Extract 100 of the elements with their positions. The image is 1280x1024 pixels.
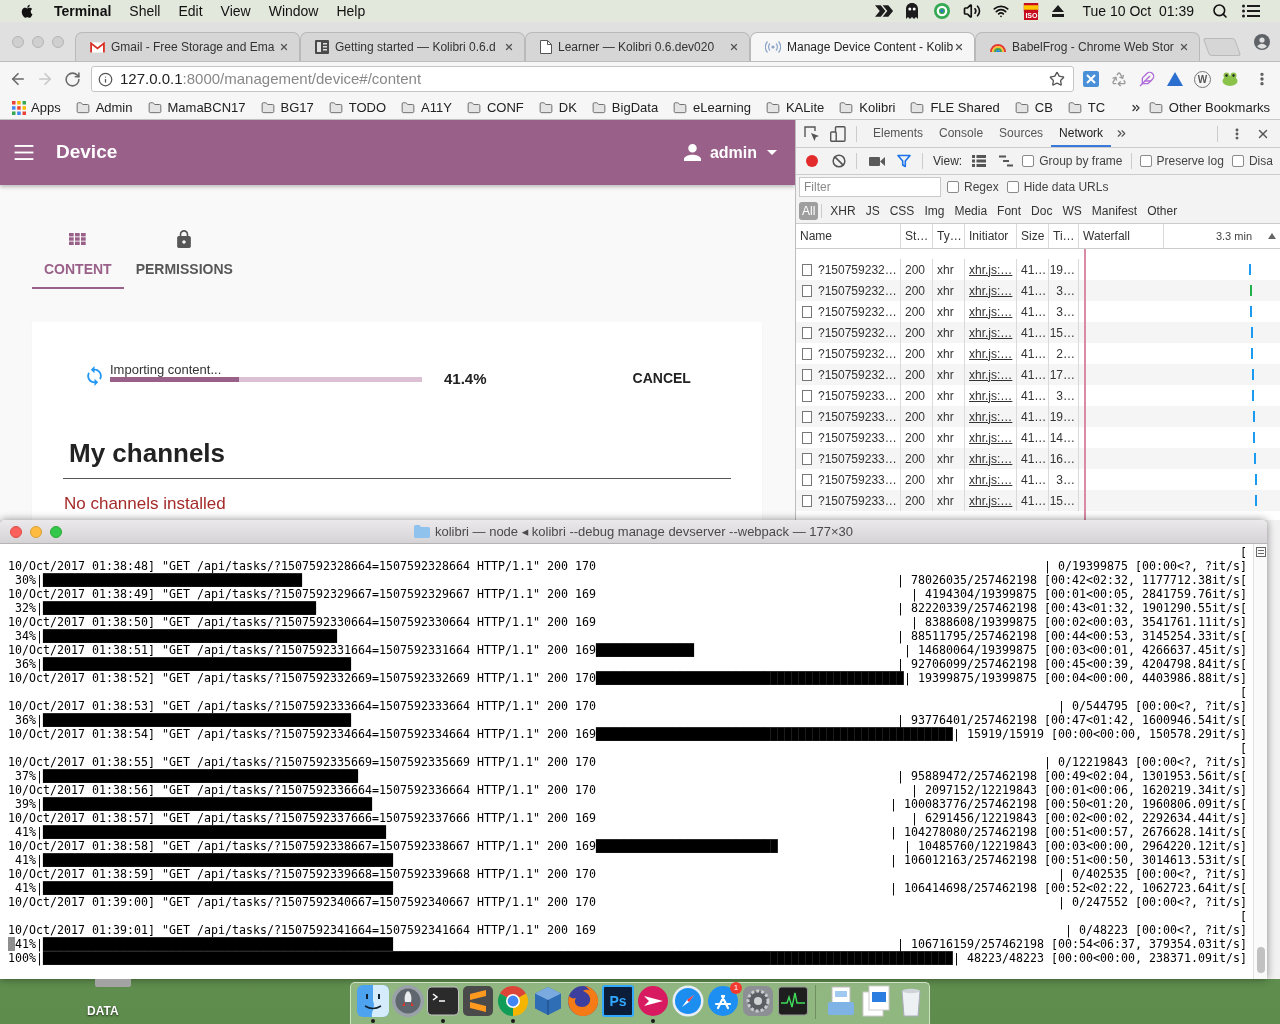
checkbox[interactable]: [1006, 181, 1019, 193]
ghost-icon[interactable]: [904, 3, 921, 19]
column-header[interactable]: Ti…: [1049, 224, 1079, 248]
bookmark-button[interactable]: CB: [1013, 97, 1053, 118]
request-row[interactable]: ?150759233… 200 xhr xhr.js:… 41… 19…: [796, 406, 1280, 427]
round-logo-icon[interactable]: [497, 985, 529, 1017]
close-icon[interactable]: [954, 42, 964, 52]
bookmark-button[interactable]: DK: [537, 97, 577, 118]
bookmark-button[interactable]: TODO: [327, 97, 387, 118]
recycle-icon[interactable]: [1111, 71, 1127, 87]
bookmark-button[interactable]: MamaBCN17: [146, 97, 246, 118]
ring-logo-icon[interactable]: [934, 3, 951, 19]
sort-triangle-icon[interactable]: [1268, 233, 1276, 239]
scrollbar[interactable]: [1253, 544, 1267, 979]
swirl-globe-icon[interactable]: [567, 985, 599, 1017]
slanted-bars-icon[interactable]: [462, 985, 494, 1017]
menu-item[interactable]: Window: [268, 0, 319, 22]
type-filter-button[interactable]: Media: [949, 202, 993, 220]
inspect-icon[interactable]: [804, 125, 820, 142]
bookmark-button[interactable]: BigData: [590, 97, 659, 118]
menu-item[interactable]: Help: [336, 0, 366, 22]
waterfall-view-icon[interactable]: [999, 155, 1014, 167]
checkbox-label[interactable]: Preserve log: [1156, 152, 1224, 170]
column-header[interactable]: Waterfall: [1079, 224, 1164, 248]
frog-icon[interactable]: [1222, 72, 1238, 86]
menu-item[interactable]: Shell: [129, 0, 161, 22]
request-row[interactable]: ?150759233… 200 xhr xhr.js:… 41… 16…: [796, 448, 1280, 469]
browser-tab[interactable]: Learner — Kolibri 0.6.dev020: [525, 32, 750, 61]
bookmark-button[interactable]: KALite: [764, 97, 825, 118]
video-camera-icon[interactable]: [869, 155, 885, 167]
checkbox-label[interactable]: Hide data URLs: [1023, 178, 1109, 196]
checkbox-label[interactable]: Regex: [964, 178, 999, 196]
user-menu-button[interactable]: admin: [683, 140, 777, 165]
filter-icon[interactable]: [897, 154, 911, 168]
paper-plane-icon[interactable]: [637, 985, 669, 1017]
type-filter-button[interactable]: WS: [1057, 202, 1087, 220]
column-header[interactable]: St…: [901, 224, 933, 248]
close-icon[interactable]: [279, 42, 289, 52]
drive-label[interactable]: DATA: [87, 1002, 119, 1020]
letter-tile-icon[interactable]: Ps: [602, 985, 634, 1017]
browser-tab[interactable]: Getting started — Kolibri 0.6.d: [300, 32, 525, 61]
circle-slash-icon[interactable]: [832, 154, 846, 168]
apple-logo-icon[interactable]: [21, 3, 34, 19]
devtools-tab[interactable]: Console: [931, 120, 992, 147]
url-text[interactable]: 127.0.0.1:8000/management/device#/content: [120, 67, 422, 91]
request-row[interactable]: ?150759232… 200 xhr xhr.js:… 41… 17…: [796, 364, 1280, 385]
feather-icon[interactable]: [1139, 71, 1155, 87]
checkbox[interactable]: [1022, 155, 1035, 167]
browser-tab[interactable]: Manage Device Content - Kolib: [750, 32, 975, 61]
type-filter-button[interactable]: Doc: [1026, 202, 1058, 220]
rocket-icon[interactable]: [392, 985, 424, 1017]
pulse-monitor-icon[interactable]: [777, 985, 809, 1017]
checkbox-label[interactable]: Group by frame: [1039, 152, 1123, 170]
browser-tab[interactable]: BabelFrog - Chrome Web Stor: [975, 32, 1200, 61]
list-icon[interactable]: [1242, 4, 1260, 18]
split-pane-icon[interactable]: [1255, 547, 1266, 557]
wifi-icon[interactable]: [992, 3, 1011, 19]
checkbox[interactable]: [947, 181, 959, 193]
type-filter-button[interactable]: Font: [992, 202, 1027, 220]
devtools-tab[interactable]: Sources: [991, 120, 1052, 147]
menu-item[interactable]: Edit: [178, 0, 203, 22]
volume-icon[interactable]: [962, 2, 983, 20]
type-filter-button[interactable]: Manifest: [1086, 202, 1143, 220]
bookmark-button[interactable]: Apps: [12, 97, 61, 118]
profile-icon[interactable]: [1254, 33, 1270, 50]
column-header[interactable]: Ty…: [933, 224, 965, 248]
bookmark-button[interactable]: BG17: [259, 97, 314, 118]
search-icon[interactable]: [1212, 3, 1228, 19]
page-tab[interactable]: PERMISSIONS: [123, 222, 245, 289]
window-close-button[interactable]: [10, 525, 22, 538]
checkbox[interactable]: [1139, 155, 1152, 167]
flag-icon[interactable]: [1023, 2, 1040, 12]
gear-icon[interactable]: [742, 985, 774, 1017]
cancel-button[interactable]: CANCEL: [617, 362, 706, 394]
initiator-link[interactable]: xhr.js:…: [965, 490, 1017, 511]
close-icon[interactable]: [1179, 42, 1189, 52]
type-filter-button[interactable]: XHR: [825, 202, 861, 220]
column-header[interactable]: Size: [1017, 224, 1049, 248]
bookmark-button[interactable]: eLearning: [672, 97, 751, 118]
device-toggle-icon[interactable]: [830, 125, 846, 142]
type-filter-button[interactable]: CSS: [884, 202, 920, 220]
type-filter-button[interactable]: Other: [1142, 202, 1183, 220]
list-view-icon[interactable]: [972, 155, 987, 167]
bookmark-button[interactable]: Kolibri: [838, 97, 896, 118]
page-tab[interactable]: CONTENT: [32, 222, 124, 289]
eject-icon[interactable]: [1052, 5, 1065, 17]
menu-clock[interactable]: Tue 10 Oct 01:39: [1082, 0, 1194, 22]
star-icon[interactable]: [1049, 71, 1065, 87]
menu-app-name[interactable]: Terminal: [54, 0, 112, 22]
close-icon[interactable]: [504, 42, 514, 52]
a-shape-icon[interactable]: [707, 985, 739, 1017]
smiling-face-icon[interactable]: [357, 985, 389, 1017]
type-filter-button[interactable]: JS: [860, 202, 885, 220]
cube-icon[interactable]: [532, 985, 564, 1017]
address-bar[interactable]: 127.0.0.1:8000/management/device#/content: [91, 66, 1074, 92]
menu-item[interactable]: View: [220, 0, 251, 22]
double-chevron-icon[interactable]: [875, 5, 895, 17]
document-stack-icon[interactable]: [860, 985, 892, 1017]
bookmark-button[interactable]: TC: [1066, 97, 1106, 118]
bookmark-button[interactable]: CONF: [465, 97, 524, 118]
